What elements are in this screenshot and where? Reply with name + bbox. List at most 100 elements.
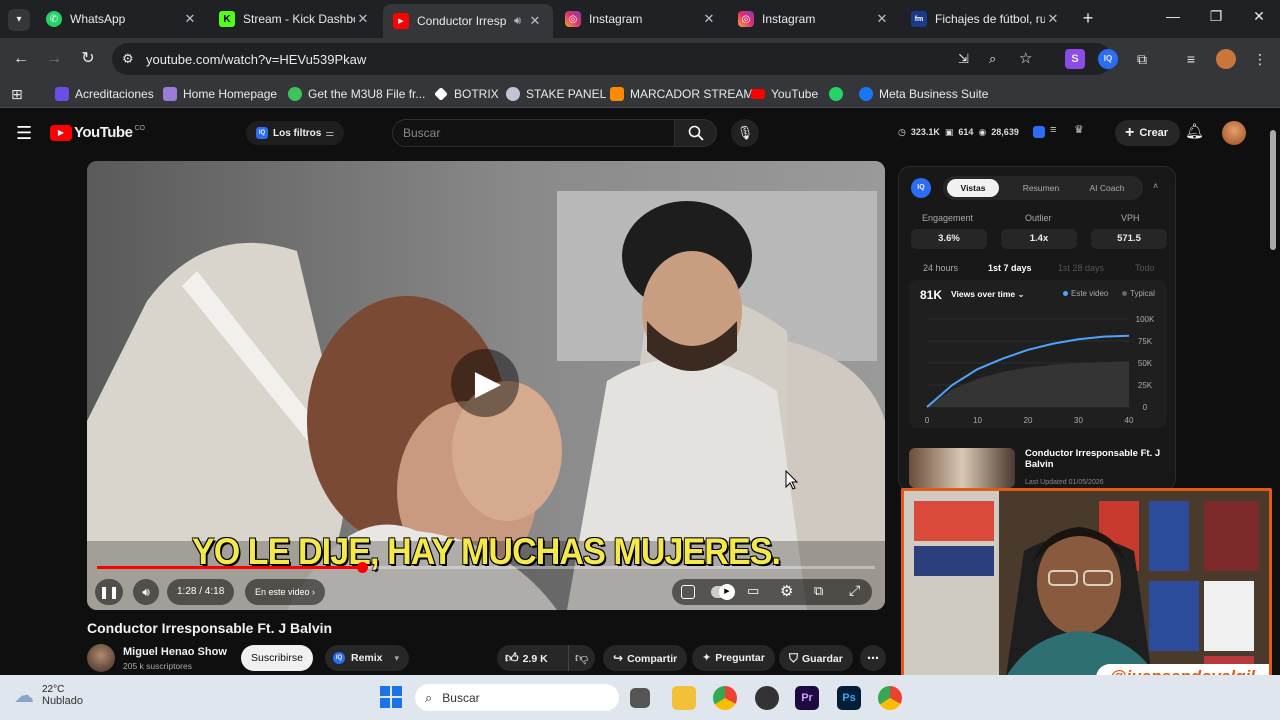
address-bar[interactable]: ⚙︎ youtube.com/watch?v=HEVu539Pkaw ⇲ ⌕ ☆ [112, 43, 1112, 75]
chrome-menu-icon[interactable]: ⋮ [1250, 49, 1270, 69]
vidiq-extension-icon[interactable]: IQ [1098, 49, 1118, 69]
youtube-logo[interactable]: ▶ YouTube CO [50, 124, 145, 141]
suggested-video-title[interactable]: Conductor Irresponsable Ft. J Balvin [1025, 448, 1170, 470]
chrome-icon[interactable] [713, 686, 737, 710]
back-arrow-icon[interactable]: ← [10, 48, 32, 70]
more-actions-button[interactable]: ⋯ [860, 645, 886, 671]
channel-avatar[interactable] [87, 644, 115, 672]
premiere-pro-icon[interactable]: Pr [795, 686, 819, 710]
tab-whatsapp[interactable]: ✆ WhatsApp ✕ [36, 4, 208, 34]
zoom-icon[interactable]: ⌕ [989, 51, 996, 67]
miniplayer-icon[interactable]: ⧉ [814, 583, 823, 599]
close-tab-icon[interactable]: ✕ [874, 11, 890, 27]
notifications-bell-icon[interactable]: 🔔︎ [1185, 122, 1204, 140]
range-all[interactable]: Todo [1135, 263, 1155, 273]
share-button[interactable]: ↪ Compartir [603, 645, 688, 671]
tab-instagram-1[interactable]: ◎ Instagram ✕ [555, 4, 727, 34]
fullscreen-icon[interactable]: ⤢ [849, 582, 860, 599]
ask-button[interactable]: ✦ Preguntar [692, 645, 775, 671]
progress-bar[interactable] [97, 562, 875, 573]
chrome-profile-icon[interactable] [878, 686, 902, 710]
collapse-icon[interactable]: ˄ [1153, 181, 1158, 191]
range-24h[interactable]: 24 hours [923, 263, 958, 273]
voice-search-button[interactable]: 🎙︎ [731, 119, 759, 147]
bookmark-whatsapp[interactable] [829, 85, 849, 103]
suggested-video-thumbnail[interactable] [909, 448, 1015, 488]
tab-instagram-2[interactable]: ◎ Instagram ✕ [728, 4, 900, 34]
video-player[interactable]: YO LE DIJE, HAY MUCHAS MUJERES. ▶ ❚❚ 🔊︎ … [87, 161, 885, 610]
start-button[interactable] [380, 686, 402, 708]
trophy-icon[interactable]: ♛ [1074, 123, 1084, 136]
extension-s-icon[interactable]: S [1065, 49, 1085, 69]
autoplay-toggle[interactable]: ▶ [711, 584, 735, 600]
minimize-button[interactable]: — [1158, 8, 1188, 24]
tab-resumen[interactable]: Resumen [1015, 179, 1067, 197]
chapter-button[interactable]: En este video › [245, 579, 326, 605]
subscribe-button[interactable]: Suscribirse [241, 645, 313, 671]
tab-youtube-active[interactable]: ▶ Conductor Irresp 🔊︎ ✕ [383, 4, 553, 38]
tab-ai-coach[interactable]: AI Coach [1081, 179, 1133, 197]
bookmark-m3u8[interactable]: Get the M3U8 File fr... [288, 85, 425, 103]
reload-icon[interactable]: ↻ [77, 48, 99, 70]
volume-button[interactable]: 🔊︎ [133, 579, 159, 605]
bookmark-youtube[interactable]: YouTube [751, 85, 818, 103]
list-icon[interactable]: ≡ [1050, 124, 1056, 136]
range-28d[interactable]: 1st 28 days [1058, 263, 1104, 273]
file-explorer-icon[interactable] [672, 686, 696, 710]
extensions-puzzle-icon[interactable]: ⧉ [1132, 49, 1152, 69]
progress-scrubber[interactable] [356, 562, 368, 573]
maximize-button[interactable]: ❐ [1201, 8, 1231, 25]
close-tab-icon[interactable]: ✕ [527, 13, 543, 29]
account-avatar[interactable] [1222, 121, 1246, 145]
close-tab-icon[interactable]: ✕ [182, 11, 198, 27]
views-over-time-dropdown[interactable]: Views over time ⌄ [951, 289, 1025, 300]
subtitles-icon[interactable]: ▭ [747, 583, 759, 599]
range-7d[interactable]: 1st 7 days [988, 263, 1032, 273]
new-tab-button[interactable]: + [1078, 8, 1098, 29]
big-play-button[interactable]: ▶ [451, 349, 519, 417]
photoshop-icon[interactable]: Ps [837, 686, 861, 710]
audio-playing-icon[interactable]: 🔊︎ [514, 15, 521, 28]
bookmark-acreditaciones[interactable]: Acreditaciones [55, 85, 154, 103]
bookmark-star-icon[interactable]: ☆ [1019, 49, 1032, 67]
vidiq-toolbar-icon[interactable] [1033, 126, 1045, 138]
install-app-icon[interactable]: ⇲ [958, 51, 969, 67]
taskbar-search[interactable]: ⌕ Buscar [415, 684, 619, 711]
close-window-button[interactable]: ✕ [1244, 8, 1274, 25]
like-button[interactable]: 👍︎ 2.9 K [505, 645, 548, 671]
site-settings-icon[interactable]: ⚙︎ [122, 51, 134, 67]
weather-widget[interactable]: ☁ 22°C Nublado [14, 683, 83, 708]
close-tab-icon[interactable]: ✕ [1045, 11, 1061, 27]
channel-name[interactable]: Miguel Henao Show [123, 646, 227, 658]
media-control-icon[interactable]: ≡ [1181, 49, 1201, 69]
vidiq-player-icon[interactable] [681, 585, 695, 599]
bookmark-botrix[interactable]: BOTRIX [434, 85, 499, 103]
guide-menu-icon[interactable]: ☰ [16, 123, 32, 144]
scrollbar-thumb[interactable] [1270, 130, 1276, 250]
bookmark-stake-panel[interactable]: STAKE PANEL [506, 85, 606, 103]
create-button[interactable]: + Crear [1115, 120, 1181, 146]
remix-button[interactable]: IQ Remix ▾ [325, 645, 410, 671]
bookmark-marcador-stream[interactable]: MARCADOR STREAM [610, 85, 753, 103]
apps-grid-icon[interactable]: ⊞ [11, 85, 23, 103]
pause-button[interactable]: ❚❚ [95, 579, 123, 605]
tab-search-button[interactable]: ▾ [8, 9, 30, 31]
forward-arrow-icon[interactable]: → [43, 48, 65, 70]
settings-gear-icon[interactable]: ⚙︎ [780, 582, 793, 600]
task-view-icon[interactable] [630, 688, 650, 708]
close-tab-icon[interactable]: ✕ [355, 11, 371, 27]
vidiq-filters-button[interactable]: IQ Los filtros ⚌ [246, 121, 345, 145]
bookmark-home-homepage[interactable]: Home Homepage [163, 85, 277, 103]
tab-vistas[interactable]: Vistas [947, 179, 999, 197]
tab-fichajes[interactable]: fm Fichajes de fútbol, ru ✕ [901, 4, 1071, 34]
profile-avatar[interactable] [1216, 49, 1236, 69]
close-tab-icon[interactable]: ✕ [701, 11, 717, 27]
search-input[interactable]: Buscar [392, 119, 675, 147]
recording-app-icon[interactable] [755, 686, 779, 710]
filters-label: Los filtros [273, 127, 322, 139]
dislike-button[interactable]: 👎︎ [568, 645, 588, 671]
search-button[interactable] [675, 119, 717, 147]
bookmark-meta-business[interactable]: Meta Business Suite [859, 85, 988, 103]
tab-kick[interactable]: K Stream - Kick Dashbo ✕ [209, 4, 381, 34]
save-button[interactable]: ⛉ Guardar [779, 645, 853, 671]
